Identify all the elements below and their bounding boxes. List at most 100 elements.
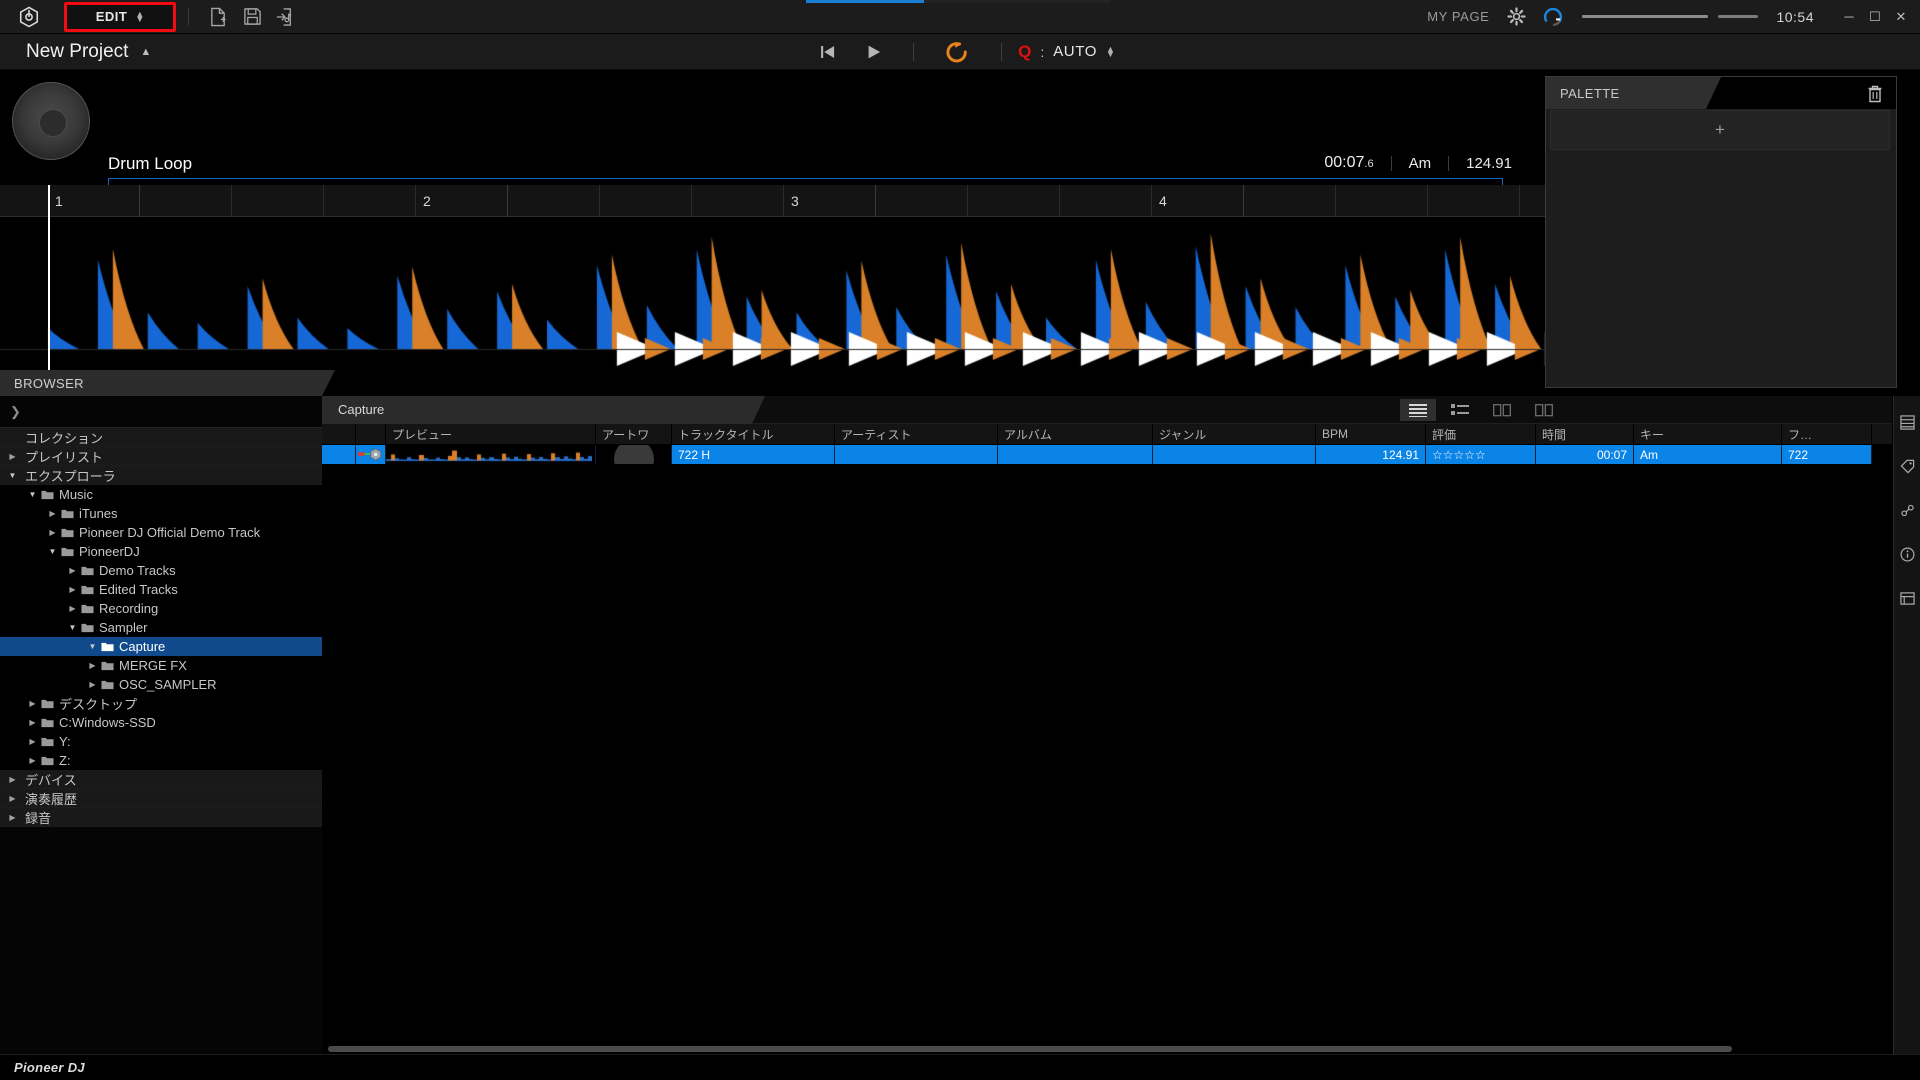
skip-to-start-icon[interactable] [805,34,851,70]
column-header-file[interactable]: フ… [1782,424,1872,444]
tree-item-デバイス[interactable]: ▶ デバイス [0,770,322,789]
chevron-right-icon[interactable]: ▶ [26,699,39,708]
tree-item-Recording[interactable]: ▶ Recording [0,599,322,618]
tree-item-Demo Tracks[interactable]: ▶ Demo Tracks [0,561,322,580]
related-tracks-icon[interactable] [1894,488,1920,532]
my-page-button[interactable]: MY PAGE [1427,9,1489,24]
rating-stars[interactable]: ☆☆☆☆☆ [1426,445,1536,464]
column-header-bpm[interactable]: BPM [1316,424,1426,444]
track-loaded-icon[interactable] [356,445,386,464]
tree-item-Capture[interactable]: ▼ Capture [0,637,322,656]
column-header-status[interactable] [356,424,386,444]
jog-wheel-icon[interactable] [12,82,90,160]
tree-item-録音[interactable]: ▶ 録音 [0,808,322,827]
track-detail-icon[interactable] [1894,576,1920,620]
tree-item-プレイリスト[interactable]: ▶ プレイリスト [0,447,322,466]
tree-item-C:Windows-SSD[interactable]: ▶ C:Windows-SSD [0,713,322,732]
chevron-down-icon[interactable]: ▼ [46,547,59,556]
chevron-right-icon[interactable]: ▶ [6,794,19,803]
tree-item-Y:[interactable]: ▶ Y: [0,732,322,751]
preview-waveform-icon[interactable] [386,445,596,464]
column-header-genre[interactable]: ジャンル [1153,424,1316,444]
chevron-right-icon[interactable]: ❯ [10,404,21,420]
maximize-icon[interactable]: ☐ [1862,0,1888,34]
column-header-rating[interactable]: 評価 [1426,424,1536,444]
column-header-time[interactable]: 時間 [1536,424,1634,444]
tag-icon[interactable] [1894,444,1920,488]
column-header-artist[interactable]: アーティスト [835,424,998,444]
trash-icon[interactable] [1866,84,1884,103]
rekordbox-logo-icon[interactable] [0,0,58,34]
chevron-right-icon[interactable]: ▶ [86,661,99,670]
list-view-icon[interactable] [1400,399,1436,421]
minimize-icon[interactable]: ─ [1836,0,1862,34]
column-header-artwork[interactable]: アートワ [596,424,672,444]
tree-item-エクスプローラ[interactable]: ▼ エクスプローラ [0,466,322,485]
chevron-down-icon[interactable]: ▼ [6,471,19,480]
table-row[interactable]: 722 H 124.91 ☆☆☆☆☆ 00:07 Am 722 [322,445,1892,464]
new-file-icon[interactable] [201,2,235,32]
save-disk-icon[interactable] [235,2,269,32]
arrangement-waveform[interactable] [0,217,1545,385]
tree-item-Sampler[interactable]: ▼ Sampler [0,618,322,637]
tree-item-演奏履歴[interactable]: ▶ 演奏履歴 [0,789,322,808]
edit-mode-selector[interactable]: EDIT ▲ ▼ [64,1,176,32]
column-header-title[interactable]: トラックタイトル [672,424,835,444]
gear-icon[interactable] [1507,7,1527,26]
import-track-icon[interactable] [269,2,303,32]
secondary-level-slider-icon[interactable] [1718,15,1759,18]
playhead[interactable] [48,185,50,385]
tree-item-iTunes[interactable]: ▶ iTunes [0,504,322,523]
chevron-right-icon[interactable]: ▶ [6,775,19,784]
headphone-level-knob-icon[interactable] [1542,6,1564,28]
chevron-right-icon[interactable]: ▶ [46,528,59,537]
palette-tab[interactable]: PALETTE [1546,77,1721,109]
column-header-spacer1[interactable] [322,424,356,444]
column-header-key[interactable]: キー [1634,424,1782,444]
tree-item-OSC_SAMPLER[interactable]: ▶ OSC_SAMPLER [0,675,322,694]
artwork-view-icon[interactable] [1484,399,1520,421]
chevron-right-icon[interactable]: ▶ [6,813,19,822]
scrollbar-thumb[interactable] [328,1046,1732,1052]
detail-view-icon[interactable] [1442,399,1478,421]
project-name[interactable]: New Project [26,41,128,63]
chevron-right-icon[interactable]: ▶ [66,604,79,613]
column-header-album[interactable]: アルバム [998,424,1153,444]
tree-item-PioneerDJ[interactable]: ▼ PioneerDJ [0,542,322,561]
chevron-down-icon[interactable]: ▼ [26,490,39,499]
chevron-right-icon[interactable]: ▶ [6,452,19,461]
loop-repeat-icon[interactable] [944,41,971,63]
quantize-control[interactable]: Q : AUTO ▲ ▼ [1018,42,1115,62]
updown-chevron-icon[interactable]: ▲ ▼ [1106,44,1115,58]
tree-item-Music[interactable]: ▼ Music [0,485,322,504]
tree-item-Pioneer DJ Official Demo Track[interactable]: ▶ Pioneer DJ Official Demo Track [0,523,322,542]
browser-tree[interactable]: ❯ コレクション ▶ プレイリスト ▼ エクスプローラ ▼ Music ▶ iTunes ▶ Pio… [0,396,322,1056]
chevron-down-icon[interactable]: ▼ [66,623,79,632]
tree-item-コレクション[interactable]: コレクション [0,428,322,447]
chevron-right-icon[interactable]: ▶ [46,509,59,518]
bar-ruler[interactable]: 1 2 3 4 [0,185,1612,217]
chevron-up-icon[interactable]: ▲ [140,46,151,58]
close-icon[interactable]: ✕ [1888,0,1914,34]
tree-expand-row[interactable]: ❯ [0,396,322,428]
tree-item-Z:[interactable]: ▶ Z: [0,751,322,770]
grid-view-icon[interactable] [1526,399,1562,421]
master-level-slider-icon[interactable] [1582,15,1709,18]
chevron-right-icon[interactable]: ▶ [26,718,39,727]
column-header-preview[interactable]: プレビュー [386,424,596,444]
chevron-right-icon[interactable]: ▶ [66,585,79,594]
palette-add-slot[interactable]: + [1550,110,1890,150]
chevron-right-icon[interactable]: ▶ [26,756,39,765]
chevron-down-icon[interactable]: ▼ [86,642,99,651]
column-header-row[interactable]: プレビュー アートワ トラックタイトル アーティスト アルバム ジャンル BPM 評価 時間 キー… [322,424,1892,445]
horizontal-scrollbar[interactable] [322,1044,1870,1054]
list-panel-icon[interactable] [1894,400,1920,444]
list-tab-capture[interactable]: Capture [322,395,765,424]
chevron-right-icon[interactable]: ▶ [86,680,99,689]
info-icon[interactable] [1894,532,1920,576]
tree-item-MERGE FX[interactable]: ▶ MERGE FX [0,656,322,675]
tree-item-Edited Tracks[interactable]: ▶ Edited Tracks [0,580,322,599]
chevron-right-icon[interactable]: ▶ [66,566,79,575]
play-icon[interactable] [851,34,897,70]
tree-item-デスクトップ[interactable]: ▶ デスクトップ [0,694,322,713]
